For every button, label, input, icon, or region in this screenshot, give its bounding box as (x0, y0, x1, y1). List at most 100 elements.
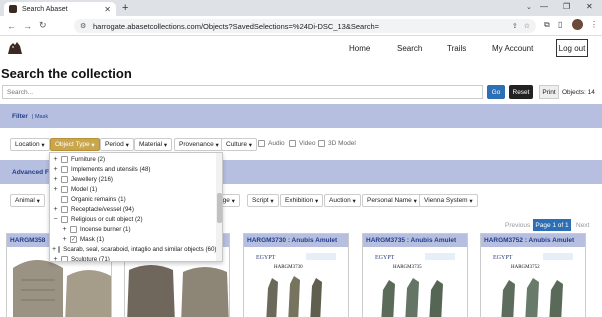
object-type-option[interactable]: − Religious or cult object (2) (50, 214, 215, 224)
option-checkbox[interactable] (61, 155, 68, 163)
filter-material-dropdown[interactable]: Material ▾ (134, 138, 173, 151)
audio-checkbox[interactable]: Audio (258, 140, 285, 147)
object-type-option[interactable]: + Jewellery (216) (50, 174, 215, 184)
expand-icon[interactable]: + (52, 186, 59, 193)
advanced-filter-label[interactable]: Advanced Fi (12, 169, 51, 176)
option-checkbox[interactable] (58, 245, 61, 253)
close-tab-icon[interactable]: ✕ (104, 5, 111, 14)
card-image-anubis-amulet[interactable]: EGYPT HARGM3752 (481, 250, 586, 317)
reload-icon[interactable]: ↻ (39, 20, 47, 31)
result-card[interactable]: HARGM3730 : Anubis Amulet EGYPT HARGM373… (243, 233, 349, 317)
go-button[interactable]: Go (487, 85, 505, 99)
filter-vienna-system-dropdown[interactable]: Vienna System ▾ (419, 194, 478, 207)
filter-auction-dropdown[interactable]: Auction ▾ (324, 194, 361, 207)
reset-button[interactable]: Reset (509, 85, 533, 99)
sidebar-icon[interactable]: ▯ (558, 20, 562, 29)
video-checkbox[interactable]: Video (289, 140, 316, 147)
restore-icon[interactable]: ❐ (563, 2, 570, 11)
object-type-option[interactable]: + Sculpture (71) (50, 254, 215, 262)
nav-my-account-link[interactable]: My Account (492, 44, 533, 53)
scrollbar-thumb[interactable] (217, 193, 222, 223)
window-close-icon[interactable]: ✕ (586, 2, 593, 11)
filter-provenance-dropdown[interactable]: Provenance ▾ (174, 138, 224, 151)
card-title[interactable]: HARGM3752 : Anubis Amulet (481, 234, 585, 247)
current-page-indicator[interactable]: Page 1 of 1 (533, 219, 571, 231)
card-image-anubis-amulet[interactable]: EGYPT HARGM3730 (244, 250, 349, 317)
result-card[interactable]: HARGM3752 : Anubis Amulet EGYPT HARGM375… (480, 233, 586, 317)
nav-home-link[interactable]: Home (349, 44, 370, 53)
nav-trails-link[interactable]: Trails (447, 44, 466, 53)
previous-page-link[interactable]: Previous (505, 219, 530, 231)
share-icon[interactable]: ⇪ (512, 22, 518, 30)
browser-menu-icon[interactable]: ⋮ (590, 20, 598, 29)
expand-icon[interactable]: + (52, 246, 56, 253)
expand-icon[interactable]: + (52, 166, 59, 173)
option-checkbox[interactable] (61, 175, 68, 183)
object-type-option[interactable]: + Incense burner (1) (50, 224, 215, 234)
checkbox-box[interactable] (258, 140, 265, 147)
expand-icon[interactable]: + (52, 256, 59, 262)
expand-icon[interactable]: + (52, 176, 59, 183)
result-card[interactable]: HARGM3735 : Anubis Amulet EGYPT HARGM373… (362, 233, 468, 317)
option-checkbox[interactable] (61, 195, 68, 203)
option-checkbox[interactable] (70, 225, 77, 233)
site-header: Home Search Trails My Account Log out (0, 36, 602, 62)
object-type-option[interactable]: + Scarab, seal, scaraboid, intaglio and s… (50, 244, 216, 254)
card-image-anubis-amulet[interactable]: EGYPT HARGM3735 (363, 250, 468, 317)
tab-list-chevron-icon[interactable]: ⌄ (526, 3, 532, 11)
filter-script-dropdown[interactable]: Script ▾ (247, 194, 279, 207)
logout-button[interactable]: Log out (556, 39, 588, 57)
object-type-option[interactable]: + ✓ Mask (1) (50, 234, 215, 244)
bookmark-star-icon[interactable]: ☆ (524, 22, 530, 30)
option-checkbox[interactable] (61, 205, 68, 213)
object-type-option[interactable]: + Furniture (2) (50, 154, 215, 164)
object-type-dropdown-menu[interactable]: + Furniture (2) + Implements and utensils (… (49, 152, 223, 262)
expand-icon[interactable]: + (61, 236, 68, 243)
option-checkbox[interactable] (61, 165, 68, 173)
site-info-icon[interactable]: ⚙ (80, 22, 88, 30)
filter-personal-name-dropdown[interactable]: Personal Name ▾ (362, 194, 422, 207)
checkbox-label: 3D Model (328, 140, 356, 147)
object-type-option[interactable]: + Model (1) (50, 184, 215, 194)
3d-model-checkbox[interactable]: 3D Model (318, 140, 356, 147)
card-title[interactable]: HARGM3730 : Anubis Amulet (244, 234, 348, 247)
browser-tab[interactable]: Search Abaset ✕ (4, 2, 116, 16)
card-title[interactable]: HARGM3735 : Anubis Amulet (363, 234, 467, 247)
minimize-icon[interactable]: — (540, 2, 548, 11)
filter-label[interactable]: Filter (12, 113, 28, 120)
expand-icon[interactable]: + (52, 156, 59, 163)
object-type-option[interactable]: Organic remains (1) (50, 194, 215, 204)
filter-period-dropdown[interactable]: Period ▾ (100, 138, 134, 151)
forward-icon[interactable]: → (23, 21, 32, 31)
dropdown-scrollbar[interactable] (216, 153, 222, 261)
filter-exhibition-dropdown[interactable]: Exhibition ▾ (280, 194, 324, 207)
object-type-option[interactable]: + Receptacle/vessel (94) (50, 204, 215, 214)
filter-location-dropdown[interactable]: Location ▾ (10, 138, 50, 151)
option-checkbox[interactable]: ✓ (70, 235, 77, 243)
site-logo[interactable] (6, 40, 24, 56)
search-input[interactable] (2, 85, 483, 99)
profile-avatar[interactable] (572, 19, 583, 30)
extensions-icon[interactable]: ⧉ (544, 20, 550, 30)
next-page-link[interactable]: Next (576, 219, 589, 231)
filter-culture-dropdown[interactable]: Culture ▾ (221, 138, 258, 151)
filter-bar[interactable]: Filter | Mask (0, 104, 602, 128)
new-tab-icon[interactable]: + (122, 2, 128, 14)
object-type-option[interactable]: + Implements and utensils (48) (50, 164, 215, 174)
url-text[interactable]: harrogate.abasetcollections.com/Objects?… (93, 22, 506, 31)
option-checkbox[interactable] (61, 185, 68, 193)
checkbox-box[interactable] (318, 140, 325, 147)
back-icon[interactable]: ← (7, 21, 16, 31)
nav-search-link[interactable]: Search (397, 44, 422, 53)
omnibox[interactable]: ⚙ harrogate.abasetcollections.com/Object… (74, 19, 536, 33)
option-checkbox[interactable] (61, 255, 68, 261)
address-bar-row: ← → ↻ ⚙ harrogate.abasetcollections.com/… (0, 16, 602, 36)
collapse-icon[interactable]: − (52, 216, 59, 223)
filter-animal-dropdown[interactable]: Animal ▾ (10, 194, 45, 207)
checkbox-box[interactable] (289, 140, 296, 147)
filter-object-type-dropdown[interactable]: Object Type ▾ (50, 138, 100, 151)
print-button[interactable]: Print (539, 85, 559, 99)
expand-icon[interactable]: + (61, 226, 68, 233)
option-checkbox[interactable] (61, 215, 68, 223)
expand-icon[interactable]: + (52, 206, 59, 213)
